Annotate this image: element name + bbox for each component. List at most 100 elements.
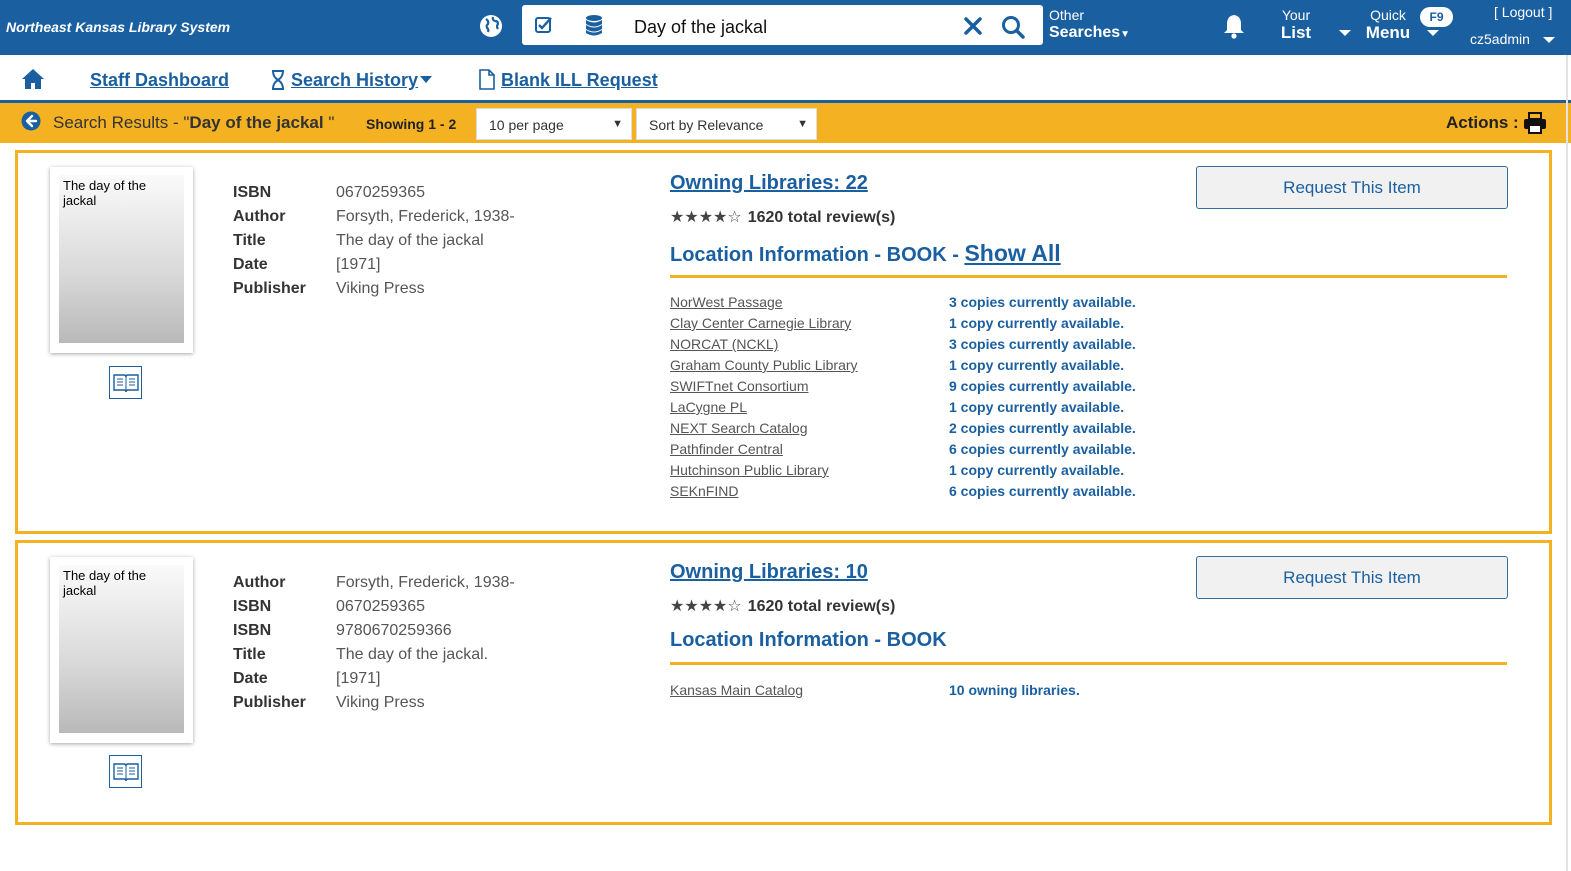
library-link[interactable]: NorWest Passage	[670, 292, 783, 313]
bib-row: Title The day of the jackal	[233, 229, 515, 253]
library-link[interactable]: NEXT Search Catalog	[670, 418, 807, 439]
location-row: Clay Center Carnegie Library 1 copy curre…	[670, 313, 1270, 334]
rating: ★★★★☆ 1620 total review(s)	[670, 596, 895, 616]
clear-search-icon[interactable]	[962, 15, 984, 37]
bib-row: Publisher Viking Press	[233, 277, 515, 301]
library-link[interactable]: SWIFTnet Consortium	[670, 376, 808, 397]
bib-label: Title	[233, 232, 266, 249]
library-link[interactable]: Graham County Public Library	[670, 355, 858, 376]
showing-count: Showing 1 - 2	[366, 116, 457, 132]
library-link[interactable]: NORCAT (NCKL)	[670, 334, 778, 355]
availability: 6 copies currently available.	[949, 483, 1136, 499]
request-item-button[interactable]: Request This Item	[1196, 166, 1508, 209]
your-list-button[interactable]: Your List	[1274, 7, 1318, 41]
library-link[interactable]: Kansas Main Catalog	[670, 680, 803, 701]
search-input[interactable]: Day of the jackal	[634, 17, 767, 38]
request-item-button[interactable]: Request This Item	[1196, 556, 1508, 599]
query-text: Day of the jackal	[189, 113, 324, 132]
availability: 2 copies currently available.	[949, 420, 1136, 436]
quick-menu-button[interactable]: Quick Menu	[1363, 7, 1413, 41]
chevron-down-icon[interactable]	[1426, 28, 1440, 38]
location-row: NEXT Search Catalog 2 copies currently av…	[670, 418, 1270, 439]
book-cover[interactable]: The day of the jackal	[50, 557, 193, 743]
star-rating-icon: ★★★★☆	[670, 209, 742, 226]
bib-value: 0670259365	[336, 184, 425, 201]
library-link[interactable]: LaCygne PL	[670, 397, 747, 418]
search-box[interactable]: Day of the jackal	[522, 5, 1043, 45]
other-searches-label-top: Other	[1049, 7, 1085, 23]
back-arrow-icon[interactable]	[21, 111, 41, 131]
location-list: NorWest Passage 3 copies currently availa…	[670, 292, 1270, 502]
bib-label: Title	[233, 646, 266, 663]
dropdown-arrow-icon: ▼	[797, 118, 808, 130]
location-info-heading: Location Information - BOOK	[670, 629, 947, 651]
actions-label[interactable]: Actions :	[1446, 113, 1519, 133]
sort-value: Sort by Relevance	[649, 117, 764, 133]
sort-select[interactable]: Sort by Relevance ▼	[636, 108, 817, 140]
open-book-button[interactable]	[109, 755, 142, 788]
hotkey-badge: F9	[1420, 7, 1453, 27]
star-rating-icon: ★★★★☆	[670, 598, 742, 615]
open-book-button[interactable]	[109, 366, 142, 399]
chevron-down-icon[interactable]	[1542, 35, 1556, 45]
book-cover[interactable]: The day of the jackal	[50, 167, 193, 353]
owning-libraries-link[interactable]: Owning Libraries: 22	[670, 172, 868, 195]
bib-value: [1971]	[336, 256, 381, 273]
bib-row: ISBN 0670259365	[233, 595, 515, 619]
bib-label: Author	[233, 208, 286, 225]
blank-ill-request-link[interactable]: Blank ILL Request	[501, 70, 658, 91]
availability: 1 copy currently available.	[949, 357, 1125, 373]
owning-libraries-link[interactable]: Owning Libraries: 10	[670, 561, 868, 584]
bib-value: [1971]	[336, 670, 381, 687]
location-row: SEKnFIND 6 copies currently available.	[670, 481, 1270, 502]
bib-label: Author	[233, 574, 286, 591]
cover-title: The day of the jackal	[63, 178, 147, 208]
scrollbar[interactable]	[1566, 55, 1568, 871]
other-searches-menu[interactable]: Other Searches▼	[1049, 7, 1130, 43]
hourglass-icon	[272, 70, 284, 90]
database-icon[interactable]	[584, 14, 604, 36]
printer-icon[interactable]	[1523, 112, 1547, 134]
library-link[interactable]: Clay Center Carnegie Library	[670, 313, 851, 334]
per-page-select[interactable]: 10 per page ▼	[476, 108, 632, 140]
brand-name[interactable]: Northeast Kansas Library System	[6, 19, 230, 35]
availability: 1 copy currently available.	[949, 315, 1125, 331]
logout-link[interactable]: [ Logout ]	[1494, 4, 1552, 20]
availability: 3 copies currently available.	[949, 336, 1136, 352]
library-link[interactable]: SEKnFIND	[670, 481, 738, 502]
globe-icon[interactable]	[478, 13, 504, 39]
availability: 10 owning libraries.	[949, 682, 1080, 698]
bib-details: ISBN 0670259365 Author Forsyth, Frederick,…	[233, 181, 515, 301]
other-searches-label-bottom: Searches▼	[1049, 24, 1131, 41]
book-cover-image: The day of the jackal	[59, 175, 184, 343]
your-list-label-top: Your	[1281, 7, 1311, 23]
search-icon[interactable]	[1000, 14, 1026, 40]
availability: 3 copies currently available.	[949, 294, 1136, 310]
review-count: 1620 total review(s)	[747, 598, 896, 615]
divider	[670, 662, 1507, 665]
top-bar: Northeast Kansas Library System Day of t…	[0, 0, 1571, 55]
show-all-link[interactable]: Show All	[964, 240, 1060, 266]
home-icon[interactable]	[21, 68, 45, 90]
chevron-down-icon[interactable]	[420, 76, 432, 84]
staff-dashboard-link[interactable]: Staff Dashboard	[90, 70, 229, 91]
rating: ★★★★☆ 1620 total review(s)	[670, 207, 895, 227]
username-menu[interactable]: cz5admin	[1470, 31, 1530, 47]
bib-value: Forsyth, Frederick, 1938-	[336, 208, 515, 225]
chevron-down-icon[interactable]	[1338, 28, 1352, 38]
library-link[interactable]: Hutchinson Public Library	[670, 460, 829, 481]
checkbox-list-icon[interactable]	[534, 15, 554, 35]
bib-value: The day of the jackal.	[336, 646, 489, 663]
bib-label: ISBN	[233, 184, 272, 201]
location-list: Kansas Main Catalog 10 owning libraries.	[670, 680, 1270, 701]
results-toolbar: Search Results - "Day of the jackal " Sh…	[0, 103, 1571, 143]
location-row: NORCAT (NCKL) 3 copies currently availabl…	[670, 334, 1270, 355]
result-card: The day of the jackal ISBN 0670259365 Aut…	[15, 150, 1552, 534]
open-book-icon	[113, 763, 139, 782]
search-history-link[interactable]: Search History	[291, 70, 418, 91]
library-link[interactable]: Pathfinder Central	[670, 439, 783, 460]
result-card: The day of the jackal Author Forsyth, Fre…	[15, 540, 1552, 825]
bell-icon[interactable]	[1222, 13, 1246, 39]
bib-value: 9780670259366	[336, 622, 452, 639]
quick-menu-label-top: Quick	[1370, 7, 1406, 23]
